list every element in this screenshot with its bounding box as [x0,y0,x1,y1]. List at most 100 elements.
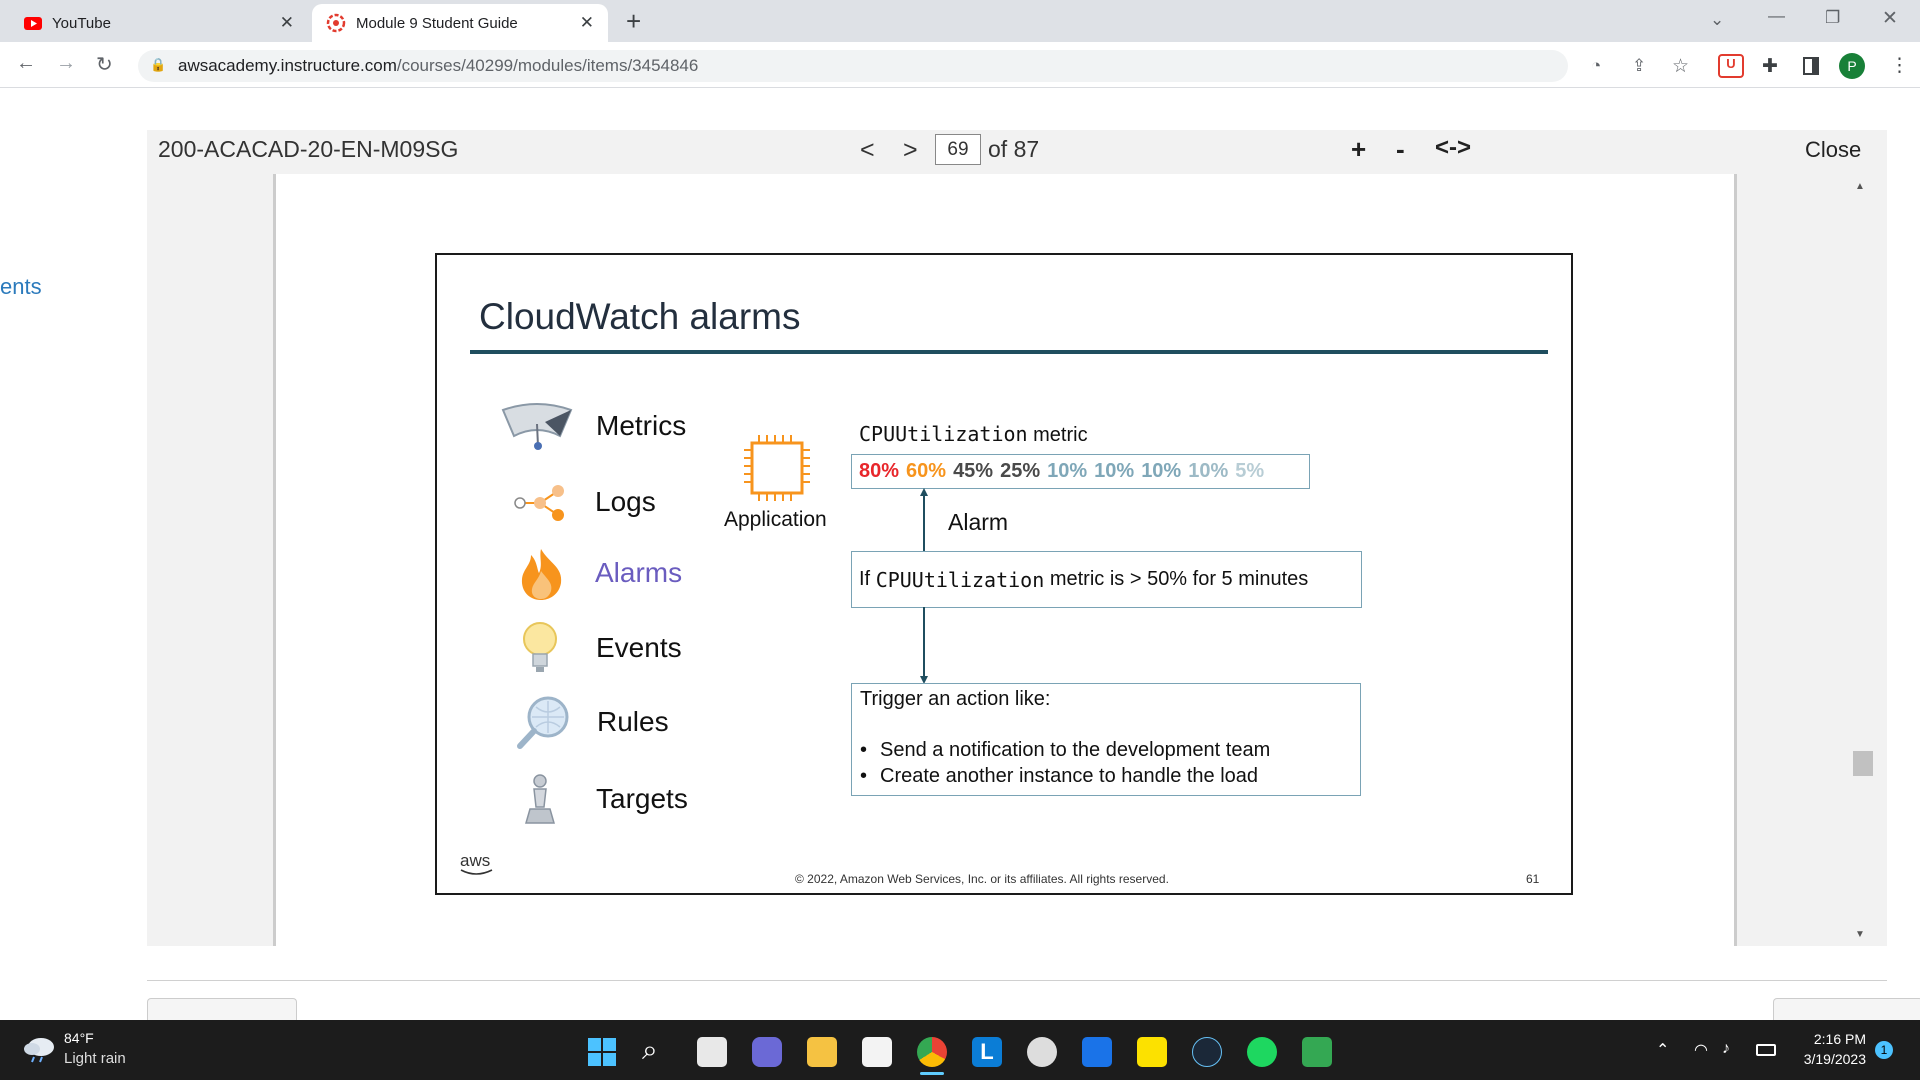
slide-footer: © 2022, Amazon Web Services, Inc. or its… [795,872,1169,886]
forward-icon[interactable]: → [56,52,76,75]
trigger-item: • Create another instance to handle the l… [860,765,1259,787]
active-app-indicator [920,1072,944,1075]
file-explorer-icon[interactable] [807,1037,837,1067]
tab-module-guide[interactable]: Module 9 Student Guide ✕ [312,4,608,42]
notification-badge[interactable]: 1 [1875,1041,1893,1059]
metrics-gauge-icon [501,403,573,450]
menu-kebab-icon[interactable]: ⋮ [1890,54,1909,77]
service-alarms: Alarms [595,557,683,588]
steam-icon[interactable] [1192,1037,1222,1067]
page-count: of 87 [988,136,1040,162]
extensions-puzzle-icon[interactable]: ✚ [1762,55,1778,78]
search-icon[interactable]: ⌕ [642,1034,658,1067]
slide-page-number: 61 [1526,872,1540,886]
zoom-out-button[interactable]: - [1396,134,1405,165]
metric-values-box: 80% 60% 45% 25% 10% 10% 10% 10% 5% [851,454,1310,489]
start-windows-icon[interactable] [587,1037,617,1067]
task-view-icon[interactable] [697,1037,727,1067]
chrome-icon[interactable] [917,1037,947,1067]
show-hidden-icons-icon[interactable]: ⌃ [1656,1040,1669,1060]
cloud-download-icon[interactable] [1302,1037,1332,1067]
trigger-action-box: Trigger an action like: • Send a notifica… [851,683,1361,796]
taskbar-date[interactable]: 3/19/2023 [1778,1051,1866,1067]
tab-search-icon[interactable]: ⌄ [1710,10,1724,30]
trigger-item: • Send a notification to the development … [860,739,1271,761]
cond-prefix: If [859,568,871,590]
weather-description: Light rain [64,1050,126,1067]
lightbulb-icon [523,622,557,672]
title-divider [470,350,1548,354]
metric-value: 10% [1047,460,1088,482]
service-targets: Targets [596,783,688,814]
application-chip-icon [744,435,810,501]
mail-icon[interactable] [1082,1037,1112,1067]
tab-youtube[interactable]: YouTube ✕ [10,4,308,42]
volume-icon[interactable]: ♪ [1722,1040,1730,1058]
metric-value: 45% [953,460,994,482]
aws-smile-icon [460,869,493,875]
service-metrics: Metrics [596,410,687,441]
next-page-button[interactable]: > [903,136,918,165]
targets-chess-piece-icon [525,774,555,824]
aws-logo: aws [460,851,493,875]
tab-title: Module 9 Student Guide [356,14,518,32]
metric-caption: CPUUtilization metric [859,422,1088,447]
battery-icon[interactable] [1756,1044,1776,1056]
alarm-flame-icon [521,549,562,600]
page-number-input[interactable]: 69 [935,134,981,165]
gauge-icon[interactable]: ◔ [1591,56,1601,76]
sidebar-link[interactable]: ents [0,274,42,300]
lock-icon: 🔒 [150,57,167,72]
taskbar [0,1020,1920,1080]
store-icon[interactable] [862,1037,892,1067]
back-icon[interactable]: ← [16,52,36,75]
profile-avatar[interactable]: P [1839,53,1865,79]
metric-value: 60% [906,460,947,482]
scroll-up-icon[interactable]: ▲ [1855,181,1865,192]
extension-shield-icon[interactable]: U [1718,54,1744,78]
address-bar[interactable]: 🔒 awsacademy.instructure.com/courses/402… [138,50,1568,82]
minimize-icon[interactable]: — [1768,6,1785,26]
arrow-up-icon [920,488,928,552]
wifi-icon[interactable]: ◠ [1694,1040,1708,1060]
restore-icon[interactable]: ❐ [1825,8,1840,28]
scrollbar-thumb[interactable] [1853,751,1873,776]
scroll-down-icon[interactable]: ▼ [1855,929,1865,940]
service-rules: Rules [597,706,669,737]
metric-value: 25% [1000,460,1041,482]
metric-name: CPUUtilization [859,422,1028,446]
close-viewer-button[interactable]: Close [1805,137,1861,163]
spotify-icon[interactable] [1247,1037,1277,1067]
weather-rain-icon[interactable] [22,1035,58,1063]
trigger-item-text: Send a notification to the development t… [880,739,1271,761]
aws-logo-text: aws [460,851,491,870]
trigger-item-text: Create another instance to handle the lo… [880,765,1259,787]
clock-app-icon[interactable] [1027,1037,1057,1067]
share-icon[interactable]: ⇪ [1632,56,1646,76]
logs-nodes-icon [514,485,564,521]
service-logs: Logs [595,486,656,517]
alarm-condition-box: If CPUUtilization metric is > 50% for 5 … [851,551,1362,608]
cond-metric: CPUUtilization [875,567,1045,592]
metric-value: 10% [1141,460,1182,482]
weather-temperature: 84°F [64,1030,94,1046]
application-label: Application [724,508,827,531]
taskbar-time[interactable]: 2:16 PM [1792,1031,1866,1047]
close-tab-icon[interactable]: ✕ [280,13,294,33]
close-tab-icon[interactable]: ✕ [580,13,594,33]
fit-width-button[interactable]: <-> [1435,134,1471,162]
app-l-icon[interactable]: L [972,1037,1002,1067]
url-path: /courses/40299/modules/items/3454846 [396,56,699,75]
bookmark-star-icon[interactable]: ☆ [1672,55,1689,78]
side-panel-icon[interactable] [1803,57,1819,75]
zoom-in-button[interactable]: + [1351,134,1366,165]
chat-icon[interactable] [752,1037,782,1067]
url-host: awsacademy.instructure.com [178,56,397,75]
reload-icon[interactable]: ↻ [96,52,113,77]
sticky-notes-icon[interactable] [1137,1037,1167,1067]
new-tab-button[interactable]: + [626,6,641,37]
close-window-icon[interactable]: ✕ [1882,7,1898,30]
cond-suffix: metric is > 50% for 5 minutes [1049,568,1309,590]
rules-magnifier-icon [517,696,569,749]
prev-page-button[interactable]: < [860,136,875,165]
